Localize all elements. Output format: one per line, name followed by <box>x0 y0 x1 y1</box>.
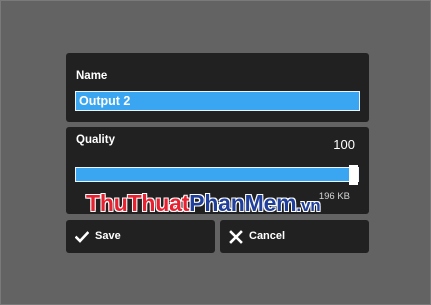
name-input[interactable] <box>75 91 360 111</box>
file-size-text: 196 KB <box>318 191 350 202</box>
watermark-part-2: Thuat <box>127 190 190 216</box>
quality-slider[interactable] <box>75 165 359 185</box>
watermark-part-4: Mem <box>244 190 297 216</box>
quality-label: Quality <box>76 134 115 146</box>
name-label: Name <box>76 70 108 82</box>
close-icon <box>229 230 243 244</box>
watermark-part-3: Phan <box>189 190 245 216</box>
cancel-button-label: Cancel <box>249 230 286 242</box>
save-button[interactable]: Save <box>66 220 215 253</box>
checkmark-icon <box>75 231 89 243</box>
quality-value: 100 <box>333 137 355 152</box>
watermark-part-5: .vn <box>296 196 321 215</box>
name-panel: Name <box>66 53 369 122</box>
quality-slider-thumb[interactable] <box>349 165 358 185</box>
watermark: ThuThuatPhanMem.vn <box>86 190 321 217</box>
cancel-button[interactable]: Cancel <box>220 220 369 253</box>
watermark-part-1: Thu <box>86 190 128 216</box>
quality-slider-fill <box>76 168 358 181</box>
save-button-label: Save <box>95 230 121 242</box>
